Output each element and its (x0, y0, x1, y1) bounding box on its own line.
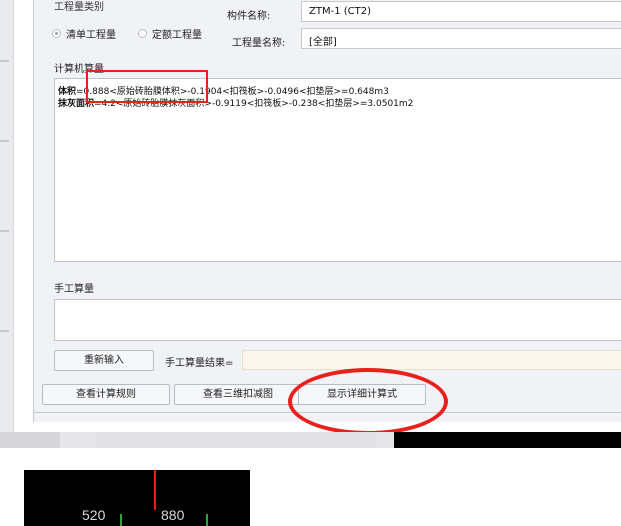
quantity-name-select[interactable]: [全部] (301, 28, 621, 49)
component-name-field[interactable]: ZTM-1 (CT2) (301, 1, 621, 22)
view-calc-rules-button[interactable]: 查看计算规则 (42, 384, 170, 405)
red-highlight-box (86, 70, 208, 103)
red-axis-line (154, 470, 156, 510)
background-app-strip (0, 432, 621, 448)
radio-list-label: 清单工程量 (66, 30, 116, 41)
green-tick (120, 514, 122, 526)
manual-result-label: 手工算量结果= (165, 358, 234, 369)
view-3d-deduction-button[interactable]: 查看三维扣减图 (174, 384, 302, 405)
manual-calc-title: 手工算量 (54, 284, 94, 295)
radio-list-quantity[interactable]: 清单工程量 (52, 26, 116, 41)
green-tick (206, 514, 208, 526)
strip-segment (96, 432, 376, 448)
dimension-label: 520 (82, 507, 106, 523)
calculation-dialog: 工程量类别 清单工程量 定额工程量 构件名称: ZTM-1 (CT2) 工程量名… (33, 0, 621, 422)
strip-tick (0, 330, 9, 332)
reenter-button[interactable]: 重新输入 (54, 350, 154, 371)
strip-tick (0, 140, 9, 142)
strip-tick (0, 60, 9, 62)
radio-quota-quantity[interactable]: 定额工程量 (138, 26, 202, 41)
strip-tick (0, 230, 9, 232)
component-name-label: 构件名称: (227, 11, 271, 22)
calc-line-label: 体积 (58, 87, 77, 97)
quantity-category-label: 工程量类别 (54, 2, 104, 13)
manual-result-field (242, 350, 621, 370)
drawing-thumbnail: 520 880 (24, 470, 250, 526)
computer-calc-box[interactable]: 体积=0.888<原始砖胎膜体积>-0.1904<扣筏板>-0.0496<扣垫层… (54, 78, 621, 262)
strip-segment (0, 432, 60, 448)
dimension-label: 880 (161, 507, 185, 523)
radio-quota-label: 定额工程量 (152, 30, 202, 41)
left-side-strip (0, 0, 14, 432)
manual-calc-input[interactable] (54, 299, 621, 341)
radio-dot-icon (138, 29, 147, 38)
red-circle-annotation (288, 368, 448, 435)
radio-dot-icon (52, 29, 61, 38)
strip-canvas-segment (394, 432, 621, 448)
quantity-name-label: 工程量名称: (232, 38, 286, 49)
